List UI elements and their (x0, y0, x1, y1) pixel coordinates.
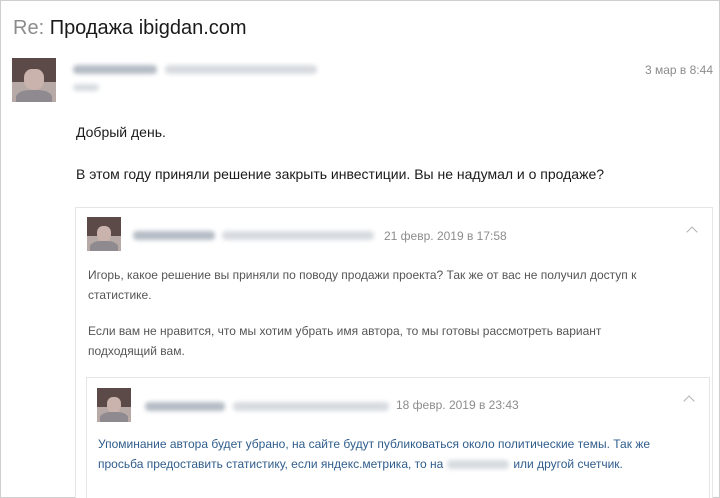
quote2-date: 18 февр. 2019 в 23:43 (396, 398, 519, 412)
sender-name-redacted[interactable] (73, 65, 157, 74)
redacted-service-name (447, 460, 510, 470)
quote2-sender-email-redacted[interactable] (233, 402, 389, 411)
email-subject: Re: Продажа ibigdan.com (13, 16, 247, 40)
quote1-paragraph2-line1: Если вам не нравится, что мы хотим убрат… (88, 324, 602, 338)
quote1-date: 21 февр. 2019 в 17:58 (384, 229, 507, 243)
quote1-sender-name-redacted[interactable] (133, 231, 215, 240)
quote1-paragraph1-line1: Игорь, какое решение вы приняли по повод… (88, 268, 637, 282)
quote1-paragraph1-line2: статистике. (88, 288, 152, 302)
collapse-quote2-chevron-up-icon[interactable] (683, 395, 695, 407)
collapse-quote1-chevron-up-icon[interactable] (686, 226, 698, 238)
message-text: В этом году приняли решение закрыть инве… (76, 166, 605, 182)
quote1-avatar[interactable] (87, 217, 121, 251)
subject-prefix: Re: (13, 17, 45, 39)
email-view: Re: Продажа ibigdan.com 3 мар в 8:44 Доб… (0, 0, 720, 498)
message-date: 3 мар в 8:44 (644, 63, 713, 77)
subject-title: Продажа ibigdan.com (49, 17, 247, 39)
sender-avatar[interactable] (12, 58, 56, 102)
recipient-redacted[interactable] (73, 84, 99, 91)
sender-email-redacted[interactable] (165, 65, 317, 74)
quote2-line2-end: или другой счетчик. (513, 457, 623, 471)
quote2-line2-start: просьба предоставить статистику, если ян… (98, 457, 444, 471)
quote2-line1: Упоминание автора будет убрано, на сайте… (98, 437, 651, 451)
quote2-sender-name-redacted[interactable] (145, 402, 225, 411)
message-greeting: Добрый день. (76, 124, 166, 140)
quote1-sender-email-redacted[interactable] (222, 231, 374, 240)
quote2-line2: просьба предоставить статистику, если ян… (98, 454, 623, 474)
quoted-message-2[interactable]: 18 февр. 2019 в 23:43 Упоминание автора … (86, 377, 710, 498)
quote2-avatar[interactable] (97, 388, 131, 422)
quote1-paragraph2-line2: подходящий вам. (88, 344, 185, 358)
